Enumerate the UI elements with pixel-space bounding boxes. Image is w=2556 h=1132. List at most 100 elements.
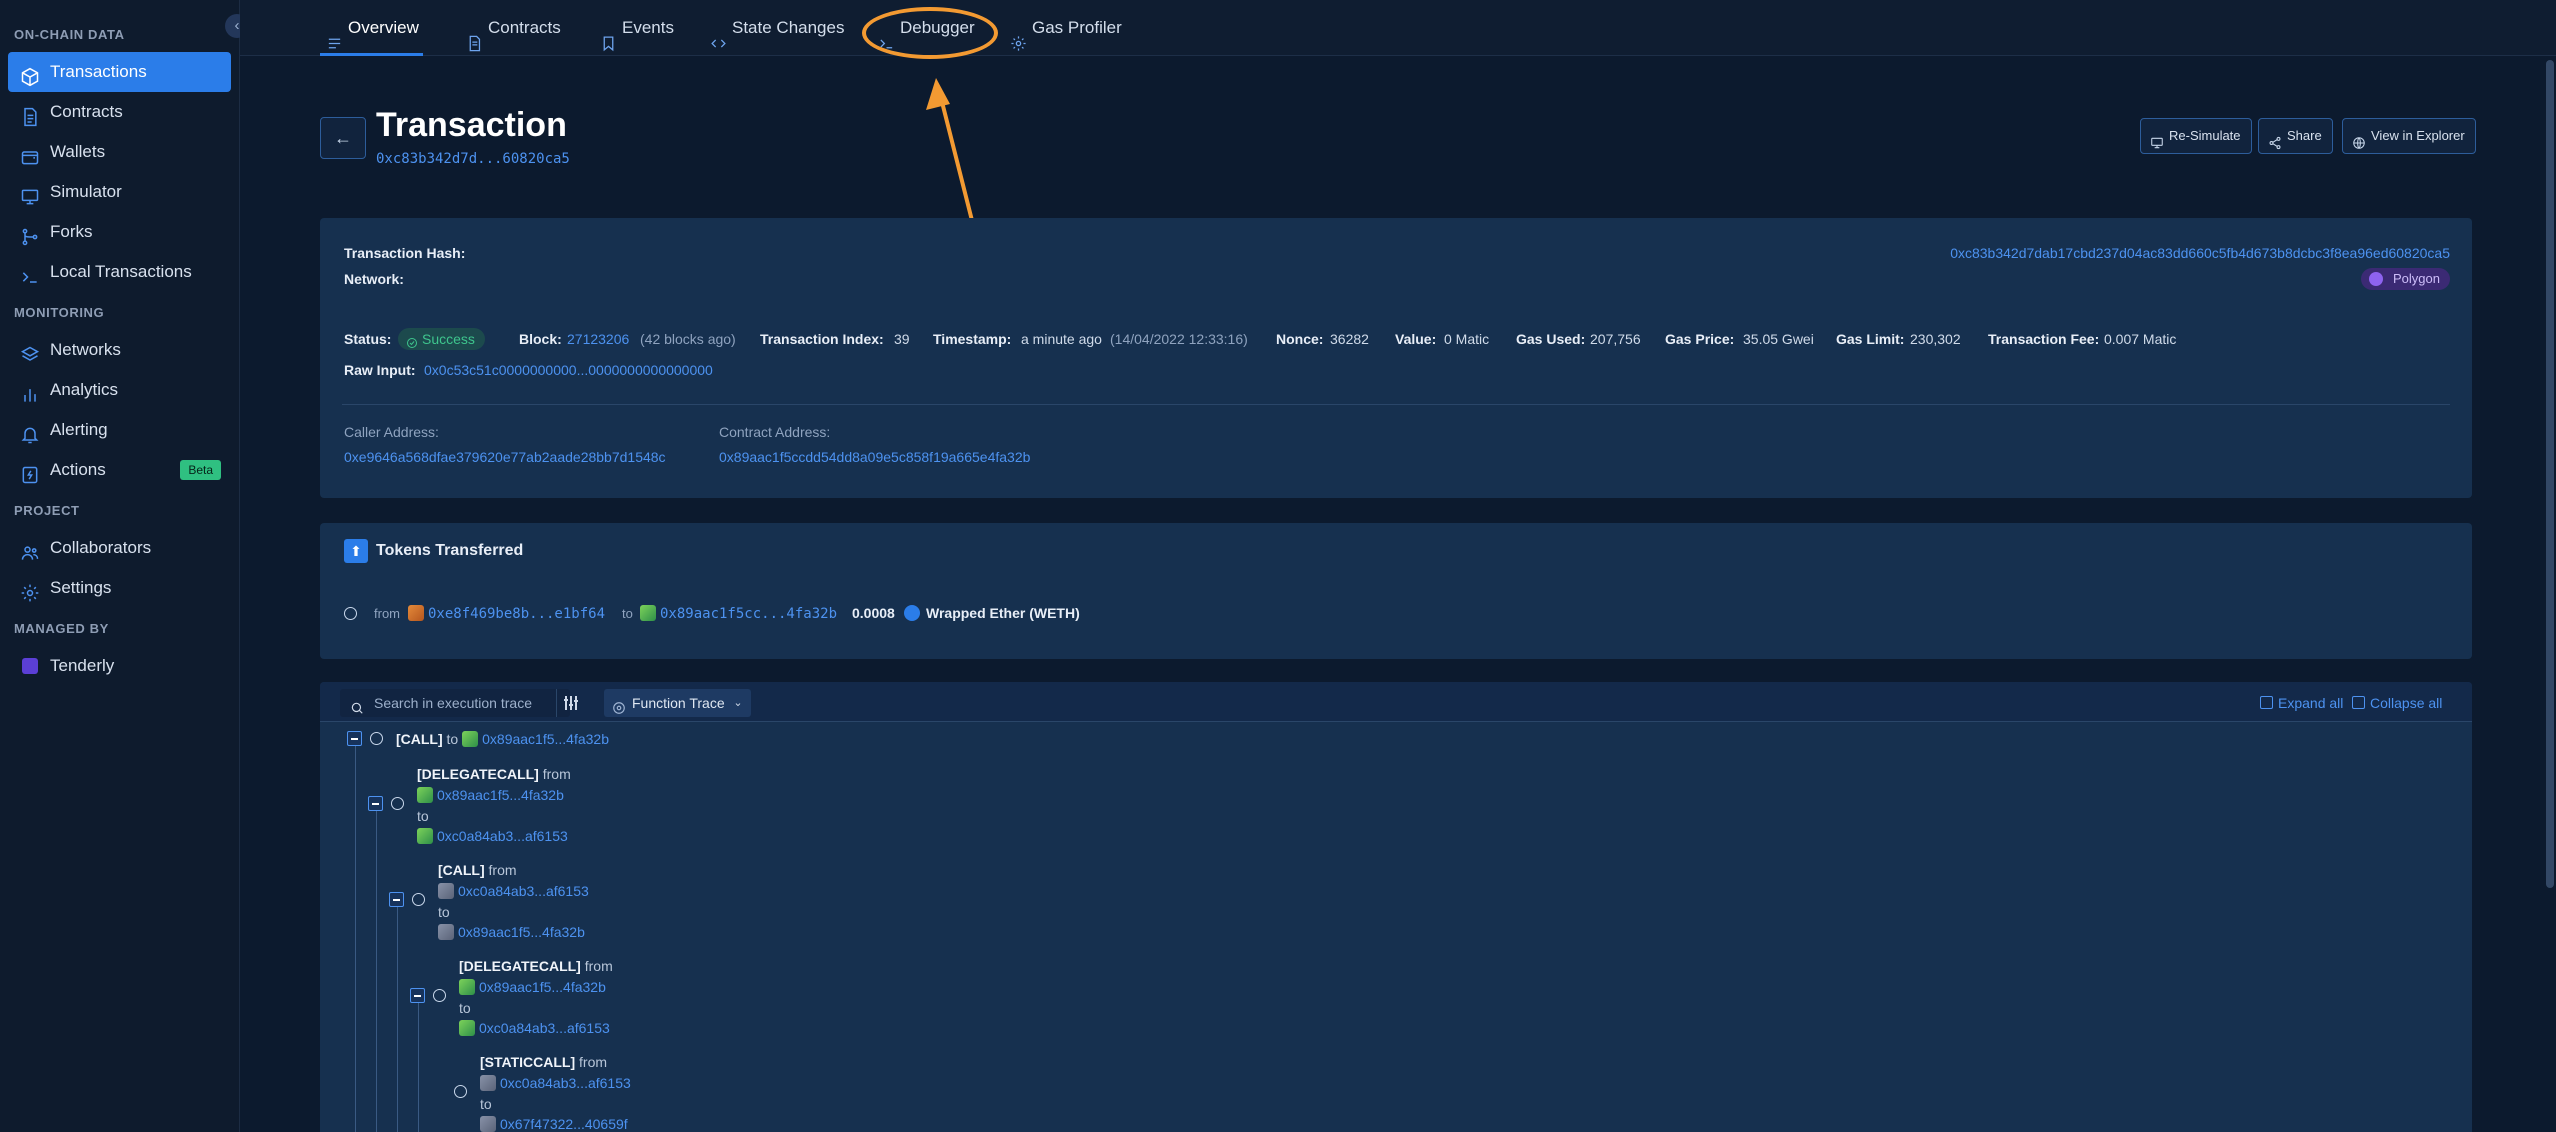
sidebar-item-label: Forks: [50, 222, 93, 241]
resimulate-button[interactable]: Re-Simulate: [2140, 118, 2252, 154]
contract-address[interactable]: 0x89aac1f5ccdd54dd8a09e5c858f19a665e4fa3…: [719, 449, 1030, 465]
to-address: 0x67f47322...40659f: [500, 1116, 628, 1132]
tab-label: Overview: [348, 18, 419, 37]
tab-contracts[interactable]: Contracts: [460, 0, 561, 56]
expand-all-button[interactable]: Expand all: [2260, 689, 2343, 717]
tree-guide: [376, 810, 377, 1132]
to-address: 0xc0a84ab3...af6153: [479, 1020, 610, 1036]
trace-search-input[interactable]: Search in execution trace: [340, 689, 570, 717]
status-label: Status:: [344, 331, 392, 347]
users-icon: [20, 538, 40, 560]
trace-node-to[interactable]: 0xc0a84ab3...af6153: [459, 1020, 610, 1036]
sidebar-item-label: Contracts: [50, 102, 123, 121]
tx-hash-value[interactable]: 0xc83b342d7dab17cbd237d04ac83dd660c5fb4d…: [1950, 245, 2450, 261]
tokens-title: Tokens Transferred: [376, 542, 524, 559]
section-title-monitoring: MONITORING: [14, 305, 105, 320]
to-word: to: [622, 606, 633, 621]
collapse-all-button[interactable]: Collapse all: [2352, 689, 2442, 717]
fork-icon: [20, 222, 40, 246]
raw-input-value[interactable]: 0x0c53c51c0000000000...0000000000000000: [424, 362, 713, 378]
gas-price-label: Gas Price:: [1665, 331, 1735, 347]
node-circle-icon: [412, 893, 425, 906]
button-label: Re-Simulate: [2169, 128, 2241, 143]
address-avatar-icon: [408, 605, 424, 621]
status-badge: Success: [398, 328, 485, 350]
back-button[interactable]: ←: [320, 117, 366, 159]
collapse-node-icon[interactable]: [368, 796, 383, 811]
address-text: 0xe8f469be8b...e1bf64: [428, 606, 606, 622]
collapse-node-icon[interactable]: [389, 892, 404, 907]
trace-node[interactable]: [CALL] to 0x89aac1f5...4fa32b: [396, 731, 609, 747]
sidebar-item-simulator[interactable]: Simulator: [8, 172, 231, 212]
caller-address[interactable]: 0xe9646a568dfae379620e77ab2aade28bb7d154…: [344, 449, 666, 465]
trace-node-from[interactable]: 0x89aac1f5...4fa32b: [417, 787, 564, 803]
sidebar-item-wallets[interactable]: Wallets: [8, 132, 231, 172]
trace-node-to[interactable]: 0x67f47322...40659f: [480, 1116, 628, 1132]
tab-label: Gas Profiler: [1032, 18, 1122, 37]
tab-state-changes[interactable]: State Changes: [704, 0, 844, 56]
collapse-node-icon[interactable]: [347, 731, 362, 746]
trace-node-to[interactable]: 0x89aac1f5...4fa32b: [438, 924, 585, 940]
address-avatar-icon: [480, 1075, 496, 1091]
timestamp-full: (14/04/2022 12:33:16): [1110, 331, 1248, 347]
sidebar-item-label: Transactions: [50, 62, 147, 81]
to-word: to: [446, 731, 459, 747]
sidebar-item-transactions[interactable]: Transactions: [8, 52, 231, 92]
trace-filter-button[interactable]: [556, 689, 584, 717]
network-label: Network:: [344, 271, 404, 287]
trace-node-to[interactable]: 0xc0a84ab3...af6153: [417, 828, 568, 844]
transaction-details-panel: Transaction Hash: 0xc83b342d7dab17cbd237…: [320, 218, 2472, 498]
call-type: [DELEGATECALL]: [459, 958, 581, 974]
to-address[interactable]: 0x89aac1f5...4fa32b: [482, 731, 609, 747]
sidebar-item-alerting[interactable]: Alerting: [8, 410, 231, 450]
sidebar-item-contracts[interactable]: Contracts: [8, 92, 231, 132]
token-to-address[interactable]: 0x89aac1f5cc...4fa32b: [640, 605, 837, 622]
page-scrollbar[interactable]: [2546, 60, 2554, 888]
sidebar-item-tenderly[interactable]: Tenderly: [8, 646, 231, 686]
gas-price-value: 35.05 Gwei: [1743, 331, 1814, 347]
tokens-transferred-panel: ⬆ Tokens Transferred from 0xe8f469be8b..…: [320, 523, 2472, 659]
transaction-hash-short[interactable]: 0xc83b342d7d...60820ca5: [376, 151, 570, 167]
timestamp-value: a minute ago: [1021, 331, 1102, 347]
sidebar-item-label: Actions: [50, 460, 106, 479]
tab-gas-profiler[interactable]: Gas Profiler: [1004, 0, 1122, 56]
tab-label: Events: [622, 18, 674, 37]
from-address: 0xc0a84ab3...af6153: [500, 1075, 631, 1091]
trace-toolbar: Search in execution trace Function Trace…: [320, 682, 2472, 722]
sidebar-item-collaborators[interactable]: Collaborators: [8, 528, 231, 568]
from-word: from: [488, 862, 517, 878]
to-address: 0xc0a84ab3...af6153: [437, 828, 568, 844]
token-from-address[interactable]: 0xe8f469be8b...e1bf64: [408, 605, 605, 622]
node-circle-icon: [391, 797, 404, 810]
section-title-onchain: ON-CHAIN DATA: [14, 27, 125, 42]
sidebar-item-settings[interactable]: Settings: [8, 568, 231, 608]
share-button[interactable]: Share: [2258, 118, 2333, 154]
to-word: to: [417, 808, 429, 824]
trace-node-from[interactable]: 0x89aac1f5...4fa32b: [459, 979, 606, 995]
token-name[interactable]: Wrapped Ether (WETH): [904, 605, 1080, 621]
sidebar-item-analytics[interactable]: Analytics: [8, 370, 231, 410]
sidebar-item-actions[interactable]: Actions Beta: [8, 450, 231, 490]
collapse-node-icon[interactable]: [410, 988, 425, 1003]
sidebar-item-forks[interactable]: Forks: [8, 212, 231, 252]
view-in-explorer-button[interactable]: View in Explorer: [2342, 118, 2476, 154]
tab-events[interactable]: Events: [594, 0, 674, 56]
sidebar-item-local-transactions[interactable]: Local Transactions: [8, 252, 231, 292]
trace-node-from[interactable]: 0xc0a84ab3...af6153: [480, 1075, 631, 1091]
sidebar-item-label: Collaborators: [50, 538, 152, 557]
to-address: 0x89aac1f5...4fa32b: [458, 924, 585, 940]
sidebar-item-label: Tenderly: [50, 656, 115, 675]
block-value[interactable]: 27123206: [567, 331, 629, 347]
execution-trace-panel: Search in execution trace Function Trace…: [320, 682, 2472, 1132]
caller-label: Caller Address:: [344, 424, 439, 440]
trace-mode-select[interactable]: Function Trace ⌄: [604, 689, 751, 717]
tab-overview[interactable]: Overview: [320, 0, 423, 56]
address-text: 0x89aac1f5cc...4fa32b: [660, 606, 838, 622]
document-icon: [20, 102, 40, 127]
to-word: to: [438, 904, 450, 920]
trace-node-type-line: [DELEGATECALL] from: [459, 958, 613, 974]
trace-node-from[interactable]: 0xc0a84ab3...af6153: [438, 883, 589, 899]
tree-guide: [418, 1002, 419, 1132]
sidebar-item-networks[interactable]: Networks: [8, 330, 231, 370]
timestamp-label: Timestamp:: [933, 331, 1012, 347]
